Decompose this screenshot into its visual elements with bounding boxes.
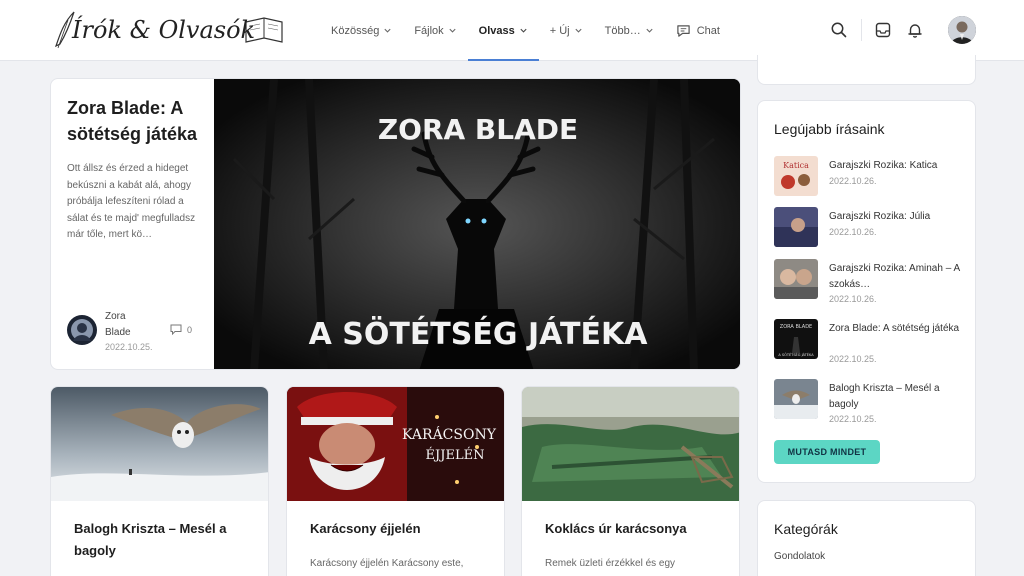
post-thumbnail[interactable] — [774, 259, 818, 299]
image-text-top: ZORA BLADE — [378, 113, 578, 146]
image-text-line2: ÉJJELÉN — [426, 447, 485, 463]
inbox-icon[interactable] — [874, 21, 892, 39]
post-image-santa[interactable]: KARÁCSONY ÉJJELÉN — [287, 387, 504, 501]
post-title[interactable]: Koklács úr karácsonya — [545, 518, 725, 540]
logo-graphic: Írók & Olvasók — [54, 11, 283, 49]
user-avatar[interactable] — [948, 16, 976, 44]
featured-excerpt: Ott állsz és érzed a hideget bekúszni a … — [67, 163, 196, 240]
latest-posts-widget: Legújabb írásaink Katica Garajszki Rozik… — [757, 100, 976, 483]
featured-post-card[interactable]: Zora Blade: A sötétség játéka Ott állsz … — [50, 78, 741, 370]
post-card[interactable]: Balogh Kriszta – Mesél a bagoly — [50, 386, 269, 576]
thumb-text-bottom: A SÖTÉTSÉG JÁTÉKA — [778, 352, 814, 357]
logo-text: Írók & Olvasók — [71, 15, 255, 44]
comment-count[interactable]: 0 — [170, 324, 192, 335]
latest-post-item[interactable]: Balogh Kriszta – Mesél a bagoly 2022.10.… — [774, 379, 969, 429]
latest-post-title[interactable]: Balogh Kriszta – Mesél a bagoly — [829, 381, 964, 413]
latest-post-date: 2022.10.25. — [829, 354, 877, 364]
post-thumbnail[interactable] — [774, 207, 818, 247]
post-thumbnail[interactable]: ZORA BLADE A SÖTÉTSÉG JÁTÉKA — [774, 319, 818, 359]
post-card[interactable]: Koklács úr karácsonya Remek üzleti érzék… — [521, 386, 740, 576]
nav-item-chat[interactable]: Chat — [665, 0, 731, 61]
post-thumbnail[interactable] — [774, 379, 818, 419]
nav-label: Chat — [696, 24, 720, 37]
nav-label: + Új — [549, 24, 570, 37]
latest-post-item[interactable]: Garajszki Rozika: Júlia 2022.10.26. — [774, 207, 969, 257]
latest-post-title[interactable]: Garajszki Rozika: Júlia — [829, 209, 964, 225]
post-card[interactable]: KARÁCSONY ÉJJELÉN Karácsony éjjelén Kará… — [286, 386, 505, 576]
latest-post-item[interactable]: Katica Garajszki Rozika: Katica 2022.10.… — [774, 156, 969, 206]
chevron-down-icon — [575, 28, 582, 33]
category-link[interactable]: Gondolatok — [774, 551, 825, 562]
top-navigation-bar: Írók & Olvasók Közösség Fájlok Olvass + … — [0, 0, 1024, 61]
nav-label: Több… — [604, 24, 641, 37]
chevron-down-icon — [520, 28, 527, 33]
latest-post-date: 2022.10.26. — [829, 176, 877, 186]
featured-author-block: Zora Blade 2022.10.25. 0 — [67, 309, 207, 357]
nav-label: Fájlok — [414, 24, 444, 37]
post-image-trees[interactable] — [522, 387, 739, 501]
bell-icon[interactable] — [906, 21, 924, 39]
post-excerpt: Karácsony éjjelén Karácsony este, — [310, 558, 464, 569]
header-divider — [861, 19, 862, 41]
nav-item-fajlok[interactable]: Fájlok — [403, 0, 467, 61]
author-avatar[interactable] — [67, 315, 97, 345]
main-nav: Közösség Fájlok Olvass + Új Több… Chat — [320, 0, 731, 61]
post-title[interactable]: Karácsony éjjelén — [310, 518, 490, 540]
nav-item-olvass[interactable]: Olvass — [467, 0, 539, 61]
widget-title: Legújabb írásaink — [774, 121, 885, 137]
author-name[interactable]: Zora Blade — [105, 309, 145, 341]
site-logo[interactable]: Írók & Olvasók — [50, 8, 290, 52]
latest-post-title[interactable]: Garajszki Rozika: Aminah – A szokás… — [829, 261, 964, 293]
search-icon[interactable] — [830, 21, 848, 39]
thumb-text: Katica — [783, 161, 809, 170]
post-thumbnail[interactable]: Katica — [774, 156, 818, 196]
comment-icon — [170, 324, 182, 335]
sidebar-widget-tail — [757, 55, 976, 85]
owl-snow-artwork — [51, 387, 268, 501]
nav-item-tobb[interactable]: Több… — [594, 0, 665, 61]
chevron-down-icon — [384, 28, 391, 33]
nav-label: Közösség — [331, 24, 380, 37]
chevron-down-icon — [646, 28, 653, 33]
show-all-button[interactable]: MUTASD MINDET — [774, 440, 880, 464]
featured-title[interactable]: Zora Blade: A sötétség játéka — [67, 95, 207, 147]
latest-post-title[interactable]: Garajszki Rozika: Katica — [829, 158, 964, 174]
post-image-owl[interactable] — [51, 387, 268, 501]
nav-item-kozosseg[interactable]: Közösség — [320, 0, 403, 61]
featured-text: Zora Blade: A sötétség játéka Ott állsz … — [67, 95, 207, 244]
image-text-line1: KARÁCSONY — [402, 425, 497, 443]
chat-icon — [676, 24, 690, 37]
image-text-bottom: A SÖTÉTSÉG JÁTÉKA — [309, 315, 649, 352]
latest-post-date: 2022.10.25. — [829, 414, 877, 424]
nav-label: Olvass — [478, 24, 515, 37]
latest-post-date: 2022.10.26. — [829, 227, 877, 237]
chevron-down-icon — [449, 28, 456, 33]
dark-forest-stag-artwork: ZORA BLADE A SÖTÉTSÉG JÁTÉKA — [214, 79, 740, 369]
thumb-text-top: ZORA BLADE — [780, 324, 812, 330]
nav-item-uj[interactable]: + Új — [539, 0, 594, 61]
latest-post-date: 2022.10.26. — [829, 294, 877, 304]
latest-post-item[interactable]: Garajszki Rozika: Aminah – A szokás… 202… — [774, 259, 969, 309]
santa-artwork: KARÁCSONY ÉJJELÉN — [287, 387, 504, 501]
latest-post-item[interactable]: ZORA BLADE A SÖTÉTSÉG JÁTÉKA Zora Blade: … — [774, 319, 969, 369]
post-excerpt: Remek üzleti érzékkel és egy — [545, 558, 676, 569]
featured-image[interactable]: ZORA BLADE A SÖTÉTSÉG JÁTÉKA — [214, 79, 740, 369]
widget-title: Kategórák — [774, 521, 838, 537]
christmas-trees-photo — [522, 387, 739, 501]
post-title[interactable]: Balogh Kriszta – Mesél a bagoly — [74, 518, 254, 562]
post-date: 2022.10.25. — [105, 342, 153, 352]
latest-post-title[interactable]: Zora Blade: A sötétség játéka — [829, 321, 964, 337]
categories-widget: Kategórák Gondolatok — [757, 500, 976, 576]
comment-count-value: 0 — [187, 324, 193, 335]
